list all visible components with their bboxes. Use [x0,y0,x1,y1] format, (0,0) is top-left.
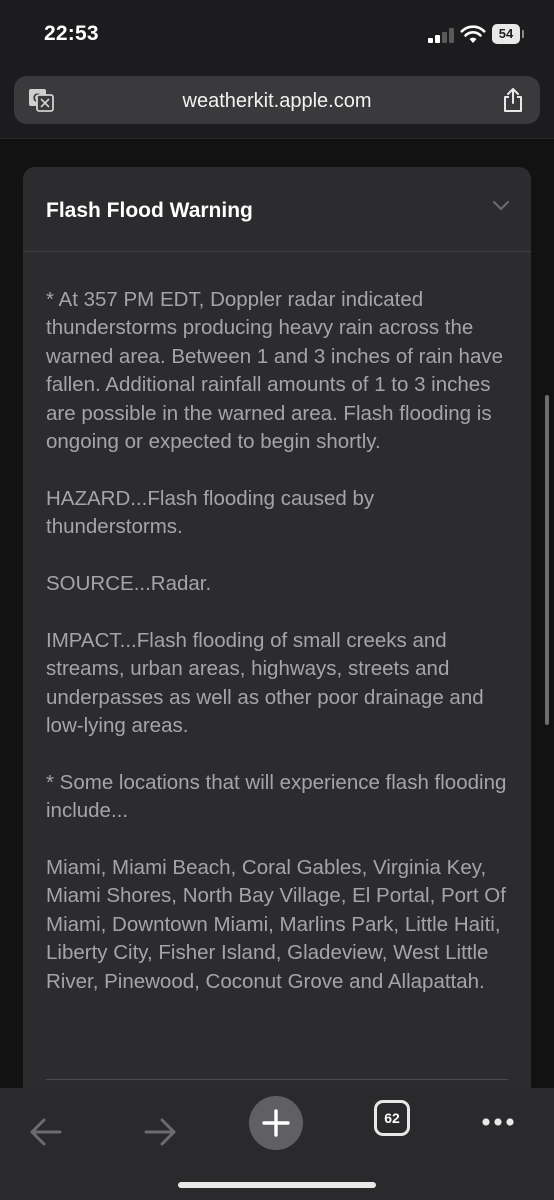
address-bar[interactable]: G weatherkit.apple.com [14,76,540,124]
back-arrow-icon[interactable] [16,1102,76,1162]
home-indicator[interactable] [178,1182,376,1188]
tab-switcher-button[interactable]: 62 [374,1100,410,1136]
alert-paragraph: HAZARD...Flash flooding caused by thunde… [46,486,375,539]
alert-header[interactable]: Flash Flood Warning [23,167,531,252]
alert-description: * At 357 PM EDT, Doppler radar indicated… [46,286,516,1024]
alert-card: Flash Flood Warning * At 357 PM EDT, Dop… [23,167,531,1088]
alert-paragraph: * Some locations that will experience fl… [46,770,507,823]
status-bar: 22:53 54 [0,0,554,68]
page-content[interactable]: Flash Flood Warning * At 357 PM EDT, Dop… [0,139,554,1088]
divider [46,1079,508,1080]
browser-address-area: G weatherkit.apple.com [0,68,554,139]
forward-arrow-icon[interactable] [130,1102,190,1162]
wifi-icon [460,25,486,43]
chevron-down-icon[interactable] [491,199,511,213]
share-icon[interactable] [502,87,524,113]
alert-paragraph: SOURCE...Radar. [46,572,212,596]
alert-paragraph: * At 357 PM EDT, Doppler radar indicated… [46,288,503,454]
scrollbar[interactable] [545,395,549,725]
url-text[interactable]: weatherkit.apple.com [14,90,540,113]
alert-paragraph: Miami, Miami Beach, Coral Gables, Virgin… [46,856,506,993]
cellular-signal-icon [428,27,456,43]
alert-title: Flash Flood Warning [46,199,253,222]
more-dots-icon[interactable] [470,1102,530,1162]
alert-paragraph: IMPACT...Flash flooding of small creeks … [46,628,484,738]
new-tab-button[interactable] [249,1096,303,1150]
battery-indicator: 54 [492,24,524,44]
clock: 22:53 [44,22,99,45]
